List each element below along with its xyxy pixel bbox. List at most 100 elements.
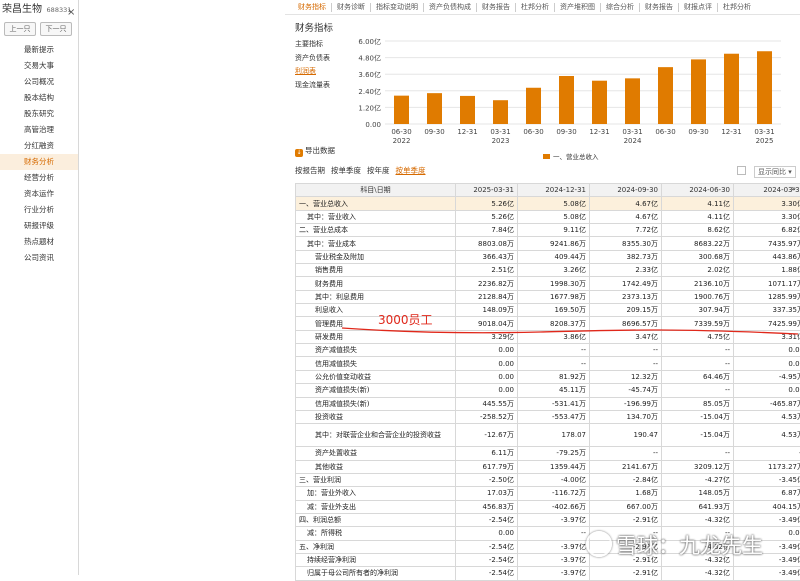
x-tick-label: 12-31 [721,128,741,136]
table-row: 利息收入148.09万169.50万209.15万307.94万337.35万 [296,304,800,317]
table-cell: 0.00 [734,384,800,397]
scroll-more-icon[interactable]: » [791,184,796,193]
sidebar-item[interactable]: 最新提示 [0,42,78,58]
top-tab[interactable]: 财务诊断 [332,3,371,12]
sidebar-item[interactable]: 交易大事 [0,58,78,74]
row-label: 其他收益 [296,460,456,473]
table-cell: 169.50万 [518,304,590,317]
sidebar-item[interactable]: 公司概况 [0,74,78,90]
top-tab[interactable]: 财务报告 [640,3,679,12]
next-stock-button[interactable]: 下一只 [40,22,72,36]
table-cell: 17.03万 [456,487,518,500]
sidebar-item[interactable]: 经营分析 [0,170,78,186]
table-cell: -465.87万 [734,397,800,410]
row-label: 二、营业总成本 [296,224,456,237]
table-cell: 307.94万 [662,304,734,317]
table-cell: 8.62亿 [662,224,734,237]
top-tab[interactable]: 杜邦分析 [718,3,756,12]
table-cell: -2.54亿 [456,553,518,566]
statement-tab[interactable]: 现金流量表 [295,79,330,93]
row-label: 三、营业利润 [296,473,456,486]
top-tab[interactable]: 综合分析 [601,3,640,12]
top-tab[interactable]: 财务指标 [293,3,332,12]
table-cell: 5.26亿 [456,210,518,223]
table-cell: 2.02亿 [662,264,734,277]
table-row: 营业税金及附加366.43万409.44万382.73万300.68万443.8… [296,250,800,263]
table-cell: 81.92万 [518,370,590,383]
table-cell: -3.45亿 [734,473,800,486]
table-cell: -4.00亿 [518,473,590,486]
top-tab[interactable]: 指标变动说明 [371,3,424,12]
prev-stock-button[interactable]: 上一只 [4,22,36,36]
table-cell: -- [662,447,734,460]
legend-swatch [543,154,550,159]
table-cell: 4.53万 [734,410,800,423]
sidebar-item[interactable]: 研报评级 [0,218,78,234]
yoy-checkbox[interactable] [737,166,746,175]
statement-tabs: 主要指标资产负债表利润表现金流量表 [295,38,330,92]
top-tab[interactable]: 财报点评 [679,3,718,12]
statement-tab[interactable]: 资产负债表 [295,52,330,66]
watermark-logo-icon [586,531,612,557]
yoy-select[interactable]: 显示同比 ▾ [754,166,796,178]
sidebar-item[interactable]: 分红融资 [0,138,78,154]
table-cell: 1285.99万 [734,290,800,303]
table-row: 二、营业总成本7.84亿9.11亿7.72亿8.62亿6.82亿 [296,224,800,237]
x-tick-label: 12-31 [457,128,477,136]
table-cell: 2.33亿 [590,264,662,277]
table-cell: 1677.98万 [518,290,590,303]
table-cell: 4.53万 [734,424,800,447]
x-tick-label: 06-30 [391,128,411,136]
table-cell: -- [518,357,590,370]
table-cell: 6.11万 [456,447,518,460]
table-cell: 1.68万 [590,487,662,500]
statement-tab[interactable]: 主要指标 [295,38,330,52]
stock-header: 荣昌生物 688331 × [0,0,78,20]
statement-tab[interactable]: 利润表 [295,65,330,79]
row-label: 资产减值损失(新) [296,384,456,397]
watermark: 雪球：九龙先生 [586,530,763,560]
sidebar-item[interactable]: 热点题材 [0,234,78,250]
chart-bar [625,78,640,124]
table-cell: 9241.86万 [518,237,590,250]
table-row: 公允价值变动收益0.0081.92万12.32万64.46万-4.95万 [296,370,800,383]
sidebar-item[interactable]: 财务分析 [0,154,78,170]
table-cell: -4.32亿 [662,567,734,580]
table-cell: 3.26亿 [518,264,590,277]
table-cell: -531.41万 [518,397,590,410]
sidebar-item[interactable]: 公司资讯 [0,250,78,266]
close-icon[interactable]: × [67,3,75,20]
table-cell: 5.26亿 [456,197,518,210]
table-cell: -- [518,527,590,540]
sidebar-item[interactable]: 高管治理 [0,122,78,138]
top-tab[interactable]: 财务报告 [477,3,516,12]
table-cell: -45.74万 [590,384,662,397]
top-tab[interactable]: 资产堆积图 [555,3,601,12]
x-tick-year: 2023 [492,137,510,145]
yoy-toggle: 显示同比 ▾ [737,166,796,178]
table-cell: 2141.67万 [590,460,662,473]
sidebar-item[interactable]: 资本运作 [0,186,78,202]
table-cell: 3.30亿 [734,210,800,223]
top-tab[interactable]: 杜邦分析 [516,3,555,12]
row-label: 信用减值损失 [296,357,456,370]
chart-bar [526,88,541,124]
period-tab[interactable]: 按年度 [367,166,390,175]
table-cell: 8683.22万 [662,237,734,250]
table-cell: -15.04万 [662,410,734,423]
export-data-button[interactable]: ↓导出数据 [295,145,335,157]
table-cell: 190.47 [590,424,662,447]
sidebar-item[interactable]: 行业分析 [0,202,78,218]
table-row: 财务费用2236.82万1998.30万1742.49万2136.10万1071… [296,277,800,290]
period-tab[interactable]: 按报告期 [295,166,325,175]
x-tick-year: 2022 [393,137,411,145]
table-row: 投资收益-258.52万-553.47万134.70万-15.04万4.53万 [296,410,800,423]
top-tab[interactable]: 资产负债构成 [424,3,477,12]
period-tab[interactable]: 按单季度 [331,166,361,175]
period-tab[interactable]: 按单季度 [396,166,426,175]
sidebar-item[interactable]: 股本结构 [0,90,78,106]
table-cell: -196.99万 [590,397,662,410]
table-cell: 178.07 [518,424,590,447]
sidebar-item[interactable]: 股东研究 [0,106,78,122]
table-cell: 85.05万 [662,397,734,410]
